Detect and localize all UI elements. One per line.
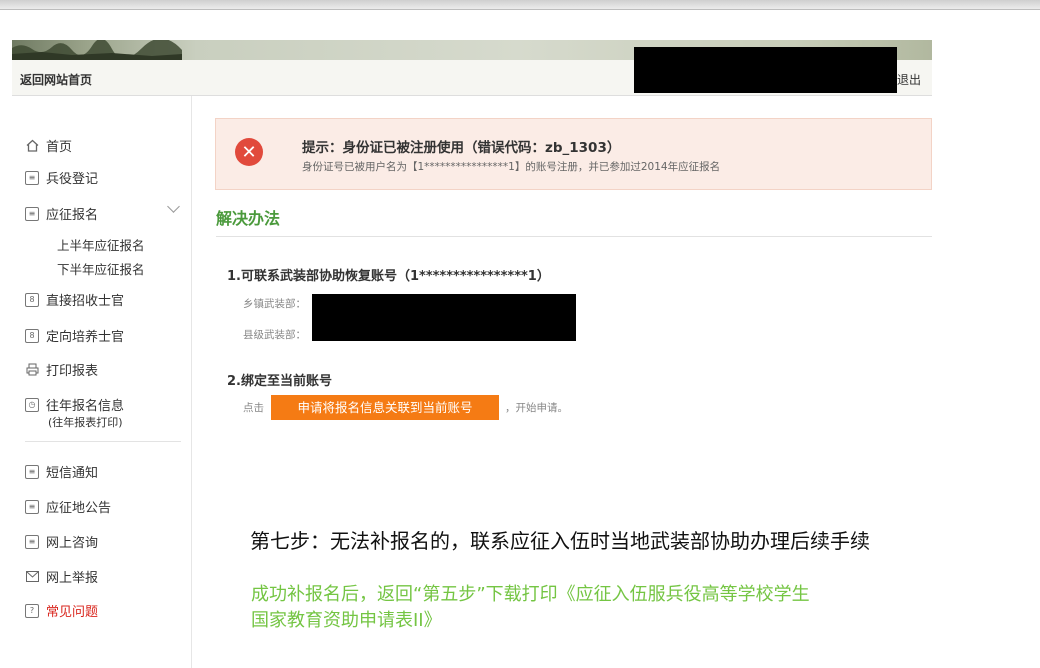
form-icon: ≡ (25, 206, 39, 221)
home-icon (25, 139, 39, 153)
sidebar-item-label: 应征地公告 (46, 501, 112, 516)
sidebar-subitem-first-half[interactable]: 上半年应征报名 (57, 235, 145, 254)
town-office-label: 乡镇武装部： (243, 298, 306, 310)
sidebar-item-faq[interactable]: ? 常见问题 (25, 601, 98, 620)
green-annotation-line-1: 成功补报名后，返回“第五步”下载打印《应征入伍服兵役高等学校学生 (251, 584, 810, 605)
browser-top-strip (0, 0, 1040, 10)
step-one-heading: 1.可联系武装部协助恢复账号（1****************1） (227, 269, 550, 284)
id-card-icon: 8 (25, 328, 39, 343)
register-icon: ≡ (25, 170, 39, 185)
alert-title: 提示：身份证已被注册使用（错误代码：zb_1303） (302, 140, 621, 156)
sidebar-item-sms[interactable]: ≡ 短信通知 (25, 462, 98, 481)
printer-icon (25, 363, 39, 377)
sidebar: 首页 ≡ 兵役登记 ≡ 应征报名 上半年应征报名 下半年应征报名 8 直接招收士… (12, 96, 192, 668)
step-seven-annotation: 第七步：无法补报名的，联系应征入伍时当地武装部协助办理后续手续 (250, 529, 870, 553)
solution-title: 解决办法 (216, 209, 281, 228)
history-note: (往年报表打印) (48, 416, 123, 429)
county-office-label: 县级武装部： (243, 329, 306, 341)
sidebar-item-label: 兵役登记 (46, 172, 99, 187)
sidebar-item-direct-nco[interactable]: 8 直接招收士官 (25, 290, 124, 309)
sidebar-subitem-second-half[interactable]: 下半年应征报名 (57, 259, 145, 278)
error-alert: ✕ 提示：身份证已被注册使用（错误代码：zb_1303） 身份证号已被用户名为【… (215, 118, 932, 190)
sidebar-item-label: 定向培养士官 (46, 330, 125, 345)
redacted-user-block (634, 47, 897, 93)
sidebar-item-label: 短信通知 (46, 466, 99, 481)
sidebar-item-enlistment[interactable]: ≡ 应征报名 (25, 204, 98, 223)
sidebar-item-label: 首页 (46, 140, 73, 155)
sidebar-item-label: 网上举报 (46, 571, 99, 586)
green-annotation-line-2: 国家教育资助申请表II》 (251, 610, 442, 631)
sidebar-item-registration[interactable]: ≡ 兵役登记 (25, 168, 98, 187)
sidebar-item-history[interactable]: ◷ 往年报名信息 (25, 395, 124, 414)
start-apply-label: ，开始申请。 (505, 402, 568, 414)
notice-icon: ≡ (25, 499, 39, 514)
click-label: 点击 (243, 402, 264, 414)
logout-link[interactable]: 退出 (897, 71, 921, 88)
sidebar-item-home[interactable]: 首页 (25, 136, 72, 155)
alert-description: 身份证号已被用户名为【1****************1】的账号注册，并已参加… (302, 161, 721, 173)
sidebar-item-label: 往年报名信息 (46, 399, 125, 414)
sidebar-item-label: 直接招收士官 (46, 294, 125, 309)
sidebar-item-label: 应征报名 (46, 208, 99, 223)
back-to-home-link[interactable]: 返回网站首页 (20, 71, 92, 88)
close-circle-icon: ✕ (235, 138, 263, 166)
step-two-heading: 2.绑定至当前账号 (227, 374, 332, 389)
history-icon: ◷ (25, 397, 39, 412)
mail-icon (25, 570, 39, 584)
sidebar-divider (25, 441, 181, 442)
question-icon: ? (25, 603, 39, 618)
sidebar-item-consult[interactable]: ≡ 网上咨询 (25, 532, 98, 551)
chat-icon: ≡ (25, 534, 39, 549)
sidebar-item-label: 网上咨询 (46, 536, 99, 551)
chevron-down-icon[interactable] (167, 200, 180, 213)
sidebar-item-label: 常见问题 (46, 605, 99, 620)
sidebar-item-notice[interactable]: ≡ 应征地公告 (25, 497, 111, 516)
sidebar-item-label: 打印报表 (46, 364, 99, 379)
apply-link-account-button[interactable]: 申请将报名信息关联到当前账号 (271, 395, 499, 420)
sidebar-item-print[interactable]: 打印报表 (25, 360, 98, 379)
banner-artwork (12, 40, 182, 60)
sidebar-item-report[interactable]: 网上举报 (25, 567, 98, 586)
sidebar-item-directed-nco[interactable]: 8 定向培养士官 (25, 326, 124, 345)
message-icon: ≡ (25, 464, 39, 479)
id-card-icon: 8 (25, 292, 39, 307)
solution-divider (216, 236, 932, 237)
redacted-contact-block (312, 294, 576, 341)
